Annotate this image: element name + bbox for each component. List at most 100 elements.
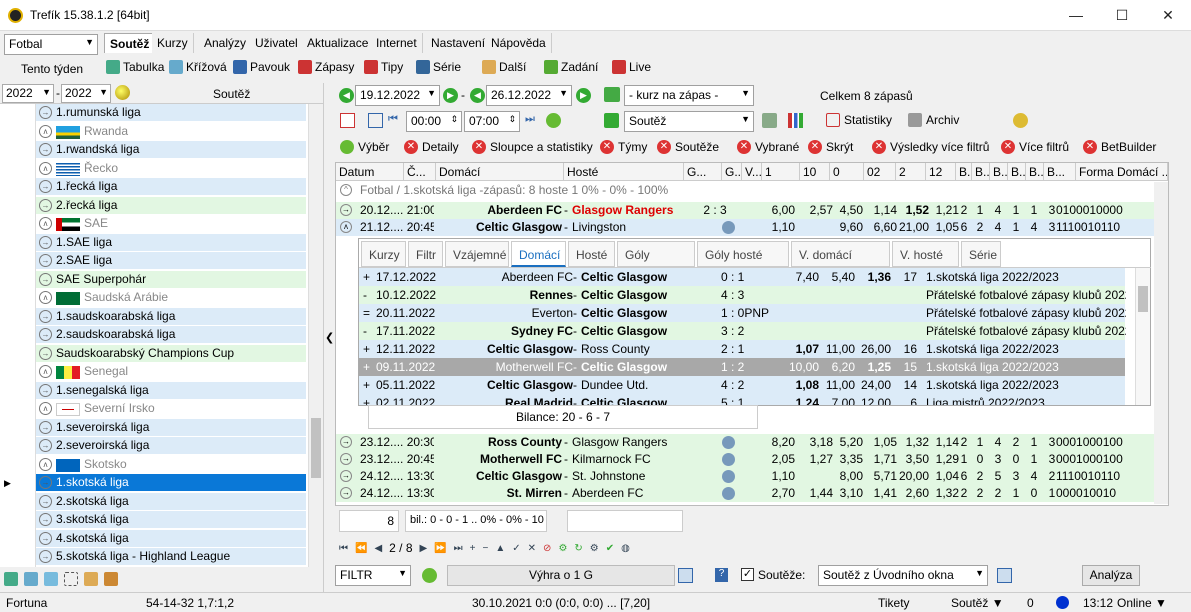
country-row[interactable]: ʌ Severní Irsko <box>36 400 306 418</box>
country-row[interactable]: ʌ Saudská Arábie <box>36 289 306 307</box>
detail-row[interactable]: = 20.11.2022 Everton - Celtic Glasgow 1 : 0… <box>359 304 1126 322</box>
button-8[interactable]: ✕ Výsledky více filtrů <box>872 137 989 156</box>
column-header-19[interactable]: B... <box>1044 163 1076 181</box>
button-2[interactable]: ✕ Detaily <box>404 137 459 156</box>
arrow-right-icon[interactable]: → <box>39 254 52 267</box>
group-row[interactable]: ^ Fotbal / 1.skotská liga -zápasů: 8 hos… <box>336 182 1168 199</box>
prev-date2-button[interactable]: ◀ <box>470 88 485 103</box>
detail-tab-6[interactable]: Góly domácí <box>617 241 695 288</box>
post-record-icon[interactable]: ✓ <box>512 543 520 554</box>
delete-record-icon[interactable]: − <box>483 543 489 554</box>
league-row[interactable]: → 4.skotská liga <box>36 529 306 548</box>
column-header-11[interactable]: 02 <box>864 163 896 181</box>
arrow-right-icon[interactable]: → <box>39 235 52 249</box>
detail-tab-1[interactable]: Kurzy <box>361 241 406 267</box>
arrow-right-icon[interactable]: → <box>39 550 52 563</box>
country-row[interactable]: ʌ SAE <box>36 215 306 233</box>
arrow-right-icon[interactable]: → <box>340 470 352 482</box>
date-from-field[interactable]: 19.12.2022 ▼ <box>355 85 440 106</box>
detail-tab-3[interactable]: Vzájemné <box>445 241 509 267</box>
league-row[interactable]: → SAE Superpohár <box>36 270 306 289</box>
column-header-13[interactable]: 12 <box>926 163 956 181</box>
country-row[interactable]: ʌ Řecko <box>36 159 306 178</box>
arrow-right-icon[interactable]: → <box>39 309 52 323</box>
arrow-right-icon[interactable]: → <box>39 531 52 545</box>
league-row[interactable]: → 1.severoirská liga <box>36 418 306 437</box>
globe-icon[interactable]: ◍ <box>621 543 630 554</box>
button-4[interactable]: ✕ Týmy <box>600 137 647 156</box>
country-row[interactable]: ʌ Skotsko <box>36 455 306 474</box>
menu-tab-1[interactable]: Soutěž <box>104 33 156 53</box>
refresh-icon[interactable] <box>604 87 620 102</box>
online-dropdown[interactable]: Online ▼ <box>1117 596 1167 610</box>
confirm-icon[interactable] <box>546 113 561 128</box>
toolbar-button-1[interactable]: Tabulka <box>106 58 164 76</box>
detail-row[interactable]: +12.11.2022 Celtic Glasgow - Ross County 2… <box>359 340 1125 358</box>
first-record-icon[interactable]: ⏮ <box>339 543 348 554</box>
column-header-6[interactable]: G... <box>722 163 742 181</box>
bookmaker-label[interactable]: Fortuna <box>6 596 47 610</box>
detail-scrollbar[interactable] <box>1135 268 1150 405</box>
competition-select[interactable]: Soutěž ▼ <box>624 111 754 132</box>
match-row[interactable]: → 23.12.... 20:45 Motherwell FC - Kilmarno… <box>336 451 1168 468</box>
arrow-right-icon[interactable]: → <box>39 328 52 341</box>
league-row[interactable]: → 1.saudskoarabská liga <box>36 307 306 326</box>
last-icon[interactable]: ⏭ <box>525 113 535 126</box>
detail-tab-4[interactable]: Domácí <box>511 241 566 267</box>
select-icon[interactable] <box>64 572 78 586</box>
load-competition-icon[interactable] <box>997 568 1012 583</box>
menu-tab-6[interactable]: Internet <box>371 33 423 53</box>
league-row[interactable]: → 1.rwandská liga <box>36 141 306 159</box>
league-row[interactable]: → 1.SAE liga <box>36 233 306 252</box>
reload-icon[interactable]: ↻ <box>574 543 582 554</box>
prev-date-button[interactable]: ◀ <box>339 88 354 103</box>
competition-source-select[interactable]: Soutěž z Úvodního okna ▼ <box>818 565 988 586</box>
tickets-label[interactable]: Tikety <box>878 596 910 610</box>
arrow-right-icon[interactable]: → <box>39 420 52 434</box>
next-date2-button[interactable]: ▶ <box>576 88 591 103</box>
arrow-right-icon[interactable]: → <box>39 494 52 508</box>
stop-icon[interactable]: ⊘ <box>543 543 551 554</box>
arrow-right-icon[interactable]: → <box>39 198 52 212</box>
detail-tab-5[interactable]: Hosté <box>568 241 615 267</box>
cancel-record-icon[interactable]: ✕ <box>528 543 536 554</box>
match-row[interactable]: → 24.12.... 13:30 St. Mirren - Aberdeen FC… <box>336 485 1168 502</box>
league-row[interactable]: → 1.řecká liga <box>36 178 306 196</box>
collapse-icon[interactable]: ʌ <box>39 365 52 378</box>
column-header-9[interactable]: 10 <box>800 163 830 181</box>
column-header-16[interactable]: B... <box>990 163 1008 181</box>
toolbar-button-4[interactable]: Zápasy <box>298 58 354 76</box>
detail-row[interactable]: +02.11.2022 Real Madrid - Celtic Glasgow 5… <box>359 394 1125 405</box>
country-row[interactable]: ʌ Rwanda <box>36 122 306 141</box>
league-row[interactable]: → 1.senegalská liga <box>36 381 306 400</box>
statistics-button[interactable]: Statistiky <box>826 113 892 127</box>
button-10[interactable]: ✕ BetBuilder <box>1083 137 1156 156</box>
league-row[interactable]: → 2.řecká liga <box>36 196 306 215</box>
tv-icon[interactable] <box>722 453 735 466</box>
odds-select[interactable]: - kurz na zápas - ▼ <box>624 85 754 106</box>
calendar-icon[interactable] <box>340 113 355 128</box>
toolbar-button-3[interactable]: Pavouk <box>233 58 290 76</box>
sport-select[interactable]: Fotbal ▼ <box>4 34 98 55</box>
arrow-right-icon[interactable]: → <box>39 346 52 360</box>
left-scrollbar[interactable] <box>308 104 323 567</box>
column-header-17[interactable]: B... <box>1008 163 1026 181</box>
filter-select[interactable]: FILTR ▼ <box>335 565 411 586</box>
edit-record-icon[interactable]: ▲ <box>495 543 505 554</box>
menu-tab-2[interactable]: Kurzy <box>152 33 194 53</box>
column-header-14[interactable]: B... <box>956 163 972 181</box>
column-header-4[interactable]: Hosté <box>564 163 684 181</box>
competition-checkbox[interactable]: ✓ <box>741 568 754 581</box>
last-record-icon[interactable]: ⏭ <box>454 543 463 554</box>
league-row[interactable]: → 1.skotská liga <box>36 474 306 492</box>
detail-tab-9[interactable]: V. hosté <box>892 241 959 267</box>
toolbar-button-2[interactable]: Křížová <box>169 58 227 76</box>
year-to-select[interactable]: 2022 ▼ <box>61 84 111 103</box>
collapse-arrow-icon[interactable]: ❮ <box>325 331 334 344</box>
table-view-icon[interactable] <box>762 113 777 128</box>
detail-tab-10[interactable]: Série <box>961 241 1001 267</box>
league-row[interactable]: → 5.skotská liga - Highland League <box>36 548 306 566</box>
apply-filter-icon[interactable] <box>422 568 437 583</box>
match-row[interactable]: ʌ 21.12.... 20:45 Celtic Glasgow - Livings… <box>336 219 1168 236</box>
gear-icon[interactable]: ⚙ <box>558 543 567 554</box>
